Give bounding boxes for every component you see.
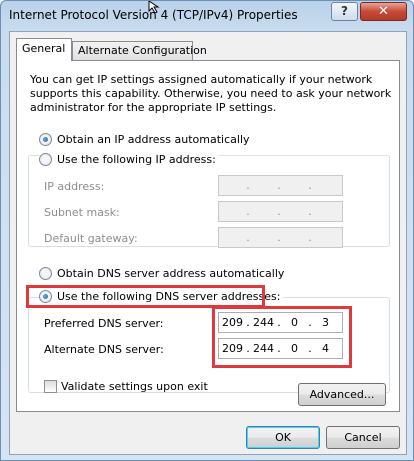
obtain-dns-auto-option[interactable]: Obtain DNS server address automatically — [39, 267, 284, 280]
alternate-dns-label: Alternate DNS server: — [44, 343, 164, 356]
use-ip-manual-radio[interactable] — [39, 153, 52, 166]
advanced-button[interactable]: Advanced... — [298, 383, 386, 406]
dialog-body: General Alternate Configuration You can … — [9, 31, 407, 455]
obtain-dns-auto-radio[interactable] — [39, 267, 52, 280]
cancel-button[interactable]: Cancel — [326, 426, 400, 449]
general-panel: You can get IP settings assigned automat… — [16, 60, 400, 412]
title-bar[interactable]: Internet Protocol Version 4 (TCP/IPv4) P… — [1, 1, 413, 31]
help-button[interactable]: ? — [331, 2, 358, 21]
mouse-cursor-icon — [148, 1, 160, 13]
dialog-window: Internet Protocol Version 4 (TCP/IPv4) P… — [0, 0, 414, 461]
obtain-dns-auto-label: Obtain DNS server address automatically — [57, 267, 285, 280]
validate-settings-option[interactable]: Validate settings upon exit — [44, 380, 208, 393]
subnet-mask-field[interactable]: . . . — [218, 201, 343, 222]
validate-settings-label: Validate settings upon exit — [61, 380, 208, 393]
ok-button[interactable]: OK — [246, 426, 320, 449]
default-gateway-label: Default gateway: — [44, 232, 138, 245]
dns-option-highlight — [26, 285, 265, 308]
intro-text: You can get IP settings assigned automat… — [30, 73, 392, 114]
dns-fields-highlight — [212, 306, 352, 368]
ip-address-field[interactable]: . . . — [218, 175, 343, 196]
close-button[interactable]: ✕ — [360, 2, 407, 21]
validate-settings-checkbox[interactable] — [44, 380, 57, 393]
obtain-ip-auto-option[interactable]: Obtain an IP address automatically — [39, 133, 250, 146]
obtain-ip-auto-label: Obtain an IP address automatically — [57, 133, 250, 146]
ip-address-label: IP address: — [44, 180, 105, 193]
tab-general[interactable]: General — [16, 38, 72, 61]
subnet-mask-label: Subnet mask: — [44, 206, 120, 219]
tab-alternate-configuration[interactable]: Alternate Configuration — [72, 41, 207, 61]
use-ip-manual-label: Use the following IP address: — [57, 153, 216, 166]
default-gateway-field[interactable]: . . . — [218, 227, 343, 248]
preferred-dns-label: Preferred DNS server: — [44, 317, 164, 330]
use-ip-manual-option[interactable]: Use the following IP address: — [39, 153, 219, 166]
obtain-ip-auto-radio[interactable] — [39, 133, 52, 146]
